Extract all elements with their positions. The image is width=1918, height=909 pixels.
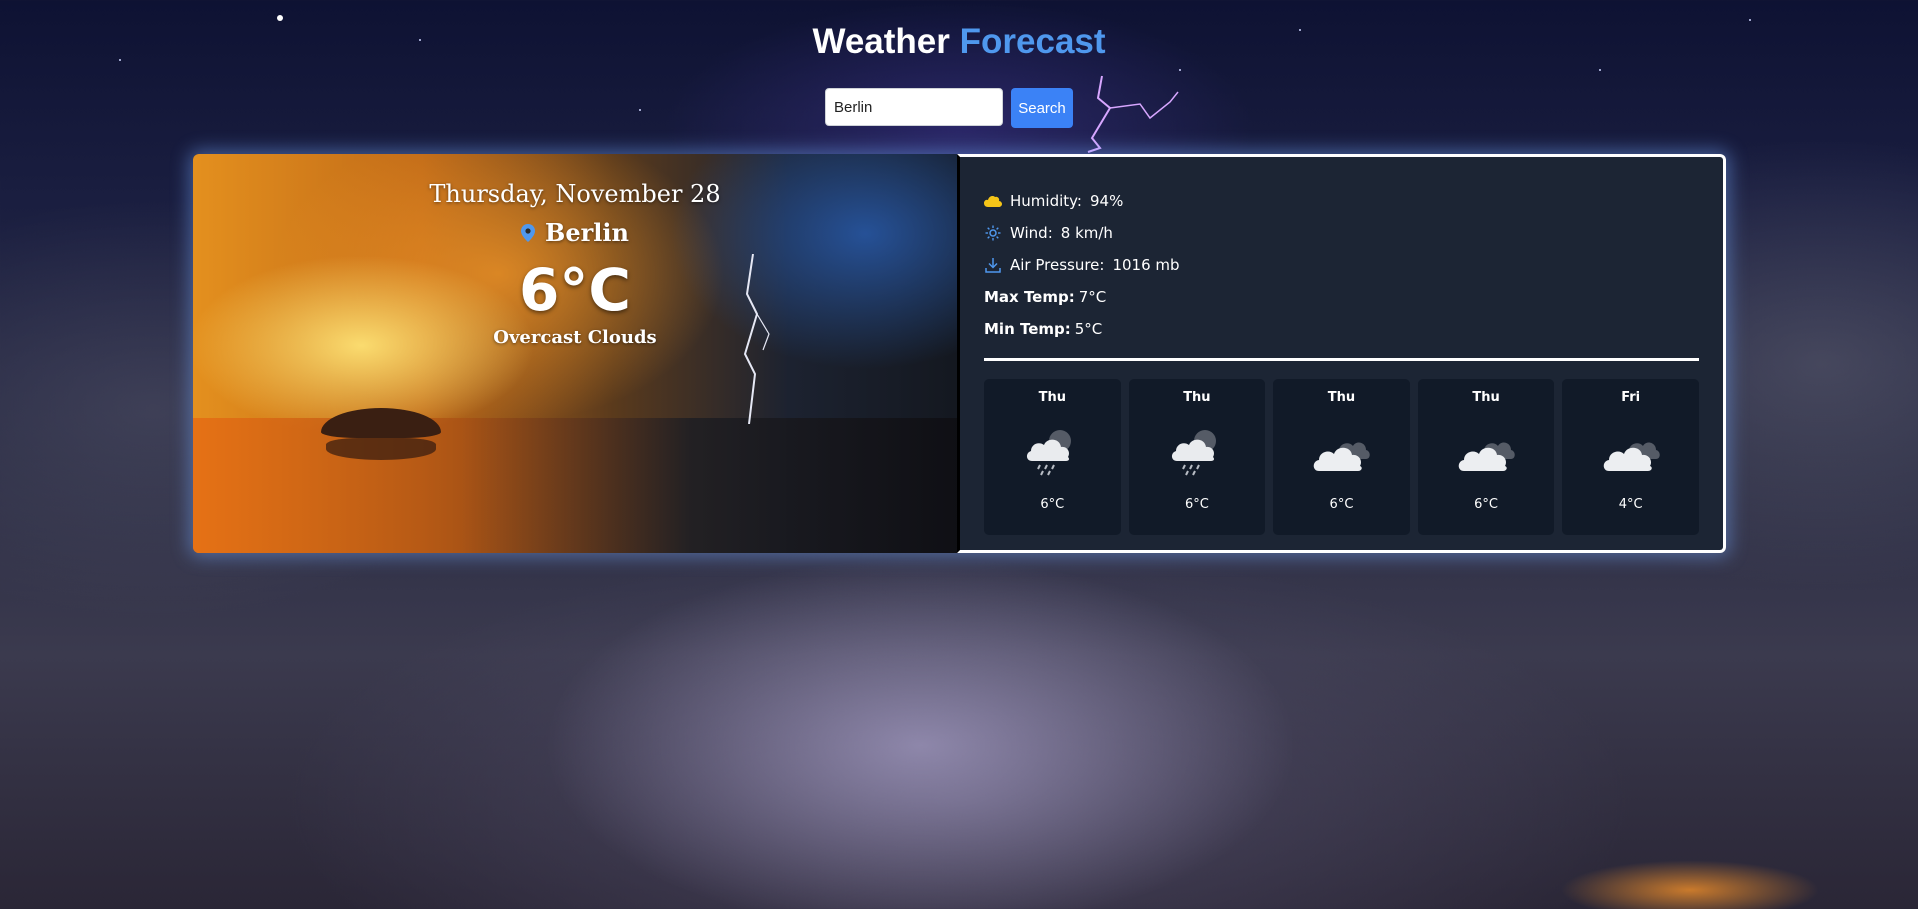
page-title: Weather Forecast [0, 22, 1918, 62]
search-button[interactable]: Search [1011, 88, 1073, 128]
wind-value: 8 km/h [1060, 224, 1113, 242]
location-pin-icon [521, 223, 536, 242]
forecast-item: Thu 6°C [1273, 379, 1410, 535]
divider [984, 358, 1699, 361]
forecast-day: Thu [1472, 390, 1500, 405]
forecast-temp: 6°C [1040, 497, 1065, 512]
cloud-icon [984, 192, 1002, 210]
rain-cloud-icon [1027, 430, 1072, 476]
forecast-temp: 6°C [1184, 497, 1209, 512]
panel-background-sea [193, 418, 957, 553]
forecast-day: Thu [1327, 390, 1356, 405]
forecast-temp: 6°C [1474, 497, 1498, 512]
search-input[interactable] [825, 88, 1003, 126]
wind-label: Wind: [1010, 224, 1053, 242]
location-name: Berlin [545, 218, 629, 247]
search-form: Search [825, 88, 1073, 128]
forecast-item: Thu 6°C [1128, 379, 1266, 535]
forecast-day: Thu [1038, 390, 1066, 405]
weather-card: Thursday, November 28 Berlin 6°C Overcas… [193, 154, 1726, 553]
current-weather-panel: Thursday, November 28 Berlin 6°C Overcas… [193, 154, 957, 553]
forecast-item: Fri 4°C [1562, 379, 1699, 535]
current-condition: Overcast Clouds [493, 327, 657, 348]
humidity-row: Humidity: 94% [984, 185, 1699, 217]
pressure-row: Air Pressure: 1016 mb [984, 249, 1699, 281]
current-temperature: 6°C [519, 256, 631, 324]
current-location: Berlin [193, 218, 957, 247]
download-icon [984, 256, 1002, 274]
current-date: Thursday, November 28 [429, 180, 721, 208]
humidity-value: 94% [1089, 192, 1124, 210]
title-forecast: Forecast [959, 22, 1106, 61]
min-temp-row: Min Temp: 5°C [984, 313, 1699, 345]
title-weather: Weather [812, 22, 950, 61]
pressure-value: 1016 mb [1112, 256, 1180, 274]
overcast-cloud-icon [1458, 442, 1515, 471]
details-panel: Humidity: 94% Wind: 8 km/h Air Pressure:… [957, 154, 1726, 553]
forecast-day: Fri [1621, 390, 1641, 405]
max-temp-value: 7°C [1078, 288, 1107, 306]
min-temp-value: 5°C [1074, 320, 1103, 338]
island-image [321, 408, 441, 438]
overcast-cloud-icon [1603, 442, 1660, 471]
forecast-temp: 6°C [1329, 497, 1354, 512]
overcast-cloud-icon [1314, 442, 1371, 471]
forecast-list: Thu 6°C Thu 6°C Thu 6°C Thu 6°C Fri 4°C [984, 379, 1699, 535]
max-temp-label: Max Temp: [984, 288, 1075, 306]
sun-icon [984, 224, 1002, 242]
forecast-day: Thu [1183, 390, 1211, 405]
forecast-temp: 4°C [1618, 497, 1643, 512]
forecast-item: Thu 6°C [1417, 379, 1555, 535]
rain-cloud-icon [1171, 430, 1216, 476]
forecast-item: Thu 6°C [984, 379, 1121, 535]
max-temp-row: Max Temp: 7°C [984, 281, 1699, 313]
pressure-label: Air Pressure: [1010, 256, 1105, 274]
wind-row: Wind: 8 km/h [984, 217, 1699, 249]
min-temp-label: Min Temp: [984, 320, 1071, 338]
island-reflection [326, 438, 436, 460]
humidity-label: Humidity: [1010, 192, 1082, 210]
